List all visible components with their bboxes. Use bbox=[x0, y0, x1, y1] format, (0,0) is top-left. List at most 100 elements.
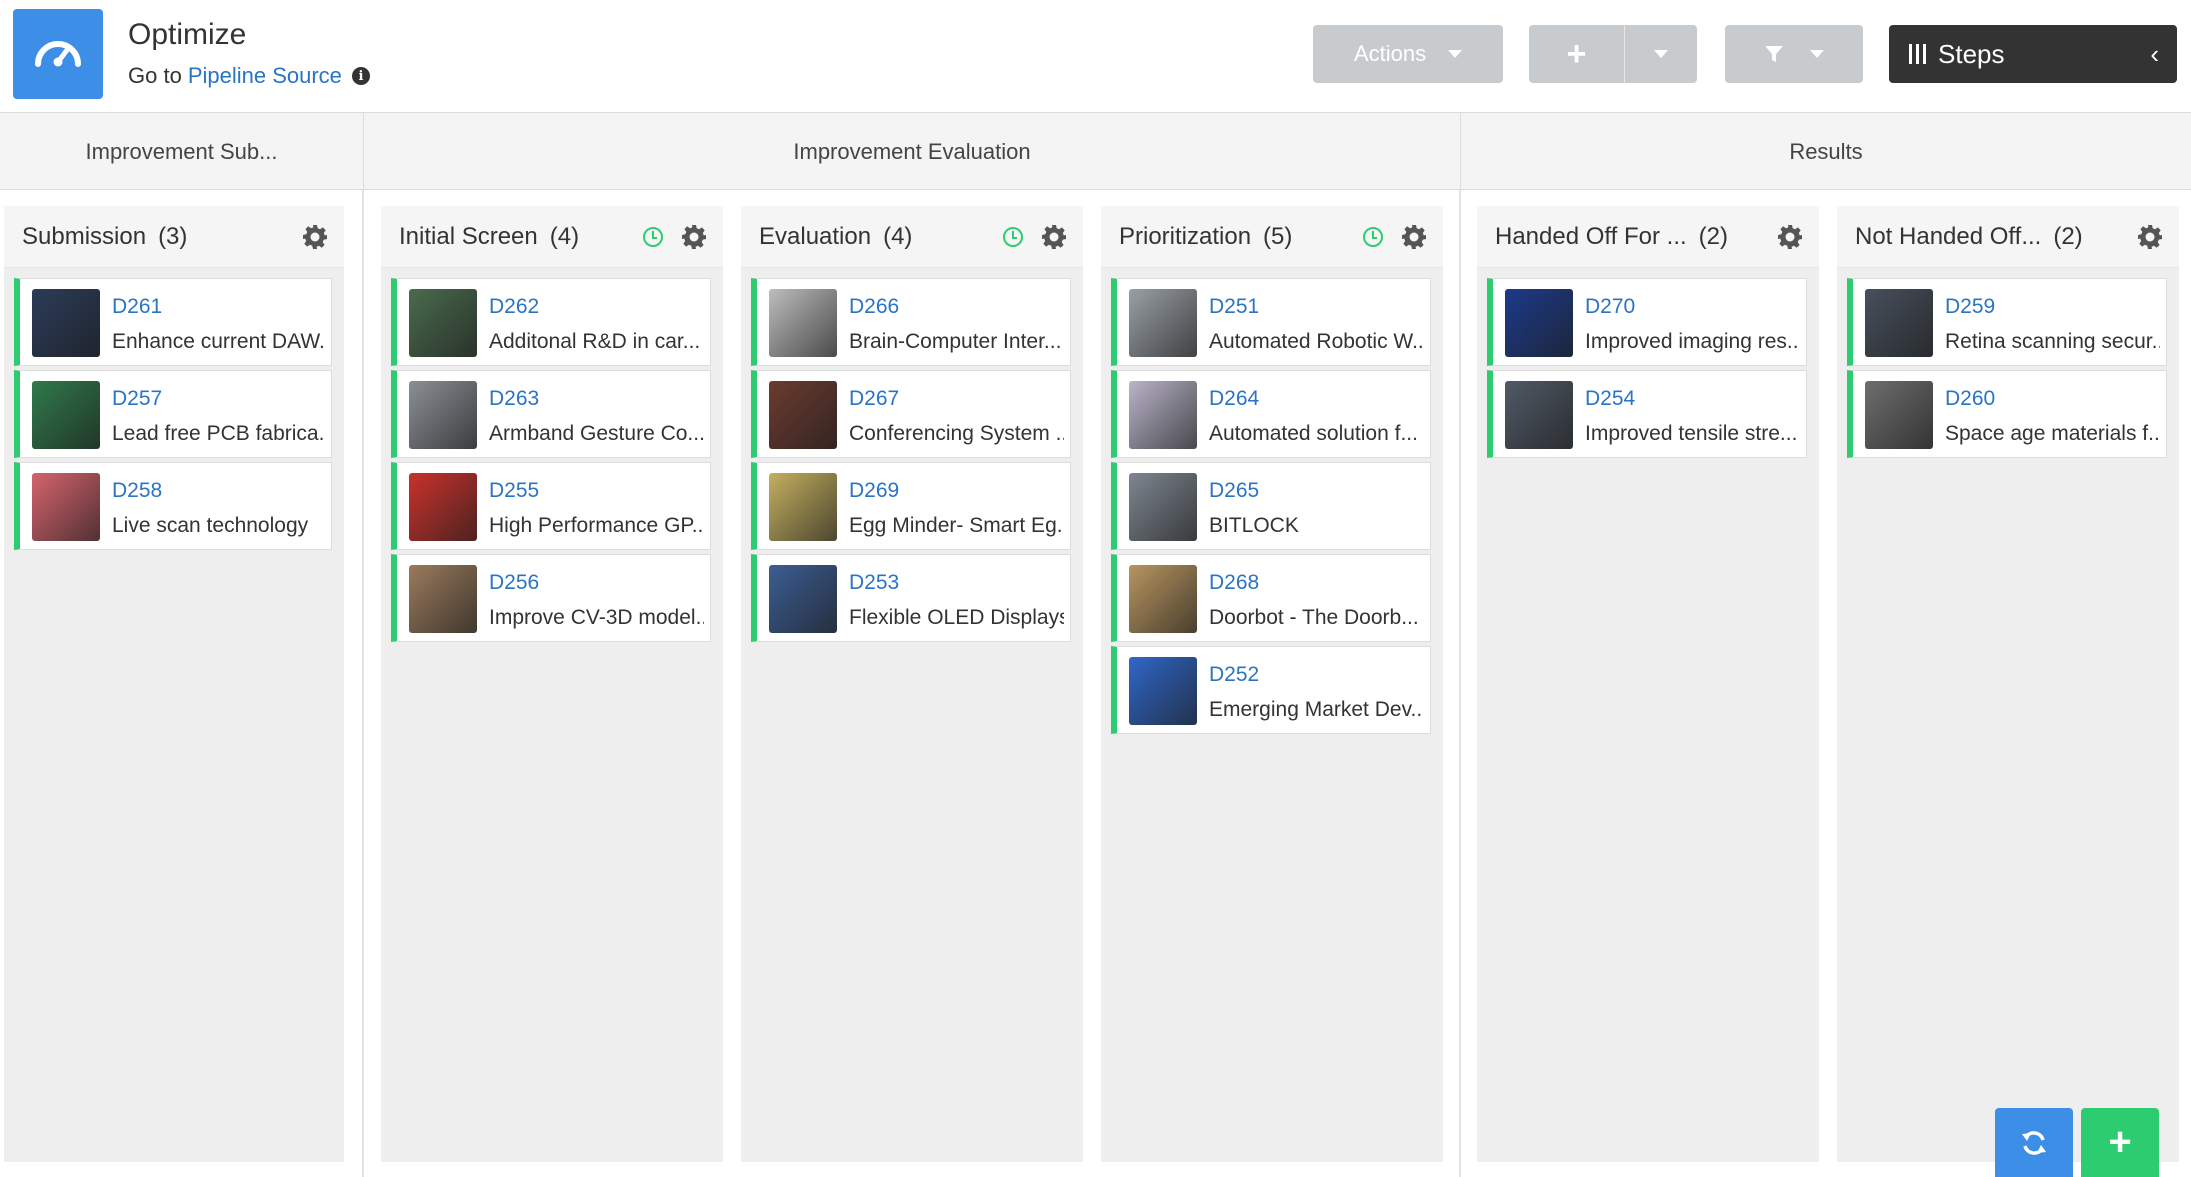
card-thumbnail bbox=[32, 473, 100, 541]
idea-card[interactable]: D263 Armband Gesture Co... bbox=[391, 370, 711, 458]
actions-dropdown-button[interactable]: Actions bbox=[1313, 25, 1503, 83]
column-not-handed-off: Not Handed Off... (2) D259 Retina scanning … bbox=[1837, 206, 2179, 1162]
card-thumbnail bbox=[769, 473, 837, 541]
column-count: (2) bbox=[1698, 222, 1728, 250]
idea-card[interactable]: D253 Flexible OLED Displays bbox=[751, 554, 1071, 642]
card-thumbnail bbox=[409, 381, 477, 449]
column-header: Prioritization (5) bbox=[1101, 206, 1443, 268]
refresh-button[interactable] bbox=[1995, 1108, 2073, 1177]
card-id-link[interactable]: D265 bbox=[1209, 479, 1259, 503]
card-id-link[interactable]: D266 bbox=[849, 295, 899, 319]
column-title-text: Prioritization bbox=[1119, 222, 1252, 250]
gear-icon[interactable] bbox=[1401, 224, 1427, 250]
pipeline-source-line: Go to Pipeline Source i bbox=[128, 63, 370, 89]
add-button[interactable]: + bbox=[1529, 25, 1625, 83]
card-title: Automated solution f... bbox=[1209, 422, 1418, 445]
card-id-link[interactable]: D251 bbox=[1209, 295, 1259, 319]
card-id-link[interactable]: D254 bbox=[1585, 387, 1635, 411]
card-id-link[interactable]: D267 bbox=[849, 387, 899, 411]
card-id-link[interactable]: D270 bbox=[1585, 295, 1635, 319]
card-title: BITLOCK bbox=[1209, 514, 1299, 537]
column-count: (2) bbox=[2053, 222, 2083, 250]
clock-icon[interactable] bbox=[1003, 226, 1023, 247]
card-title: Improved tensile stre... bbox=[1585, 422, 1798, 445]
idea-card[interactable]: D269 Egg Minder- Smart Eg... bbox=[751, 462, 1071, 550]
card-thumbnail bbox=[1505, 381, 1573, 449]
idea-card[interactable]: D255 High Performance GP... bbox=[391, 462, 711, 550]
info-icon[interactable]: i bbox=[351, 67, 370, 85]
refresh-icon bbox=[2022, 1130, 2046, 1155]
card-id-link[interactable]: D264 bbox=[1209, 387, 1259, 411]
card-id-link[interactable]: D252 bbox=[1209, 663, 1259, 687]
card-id-link[interactable]: D255 bbox=[489, 479, 539, 503]
idea-card[interactable]: D266 Brain-Computer Inter... bbox=[751, 278, 1071, 366]
card-title: Improve CV-3D model... bbox=[489, 606, 704, 629]
idea-card[interactable]: D251 Automated Robotic W... bbox=[1111, 278, 1431, 366]
card-id-link[interactable]: D261 bbox=[112, 295, 162, 319]
chevron-down-icon bbox=[1448, 50, 1463, 58]
idea-card[interactable]: D268 Doorbot - The Doorb... bbox=[1111, 554, 1431, 642]
card-title: Lead free PCB fabrica... bbox=[112, 422, 325, 445]
idea-card[interactable]: D265 BITLOCK bbox=[1111, 462, 1431, 550]
idea-card[interactable]: D267 Conferencing System ... bbox=[751, 370, 1071, 458]
column-title: Submission (3) bbox=[22, 223, 302, 251]
idea-card[interactable]: D270 Improved imaging res... bbox=[1487, 278, 1807, 366]
card-thumbnail bbox=[1129, 565, 1197, 633]
column-title-text: Evaluation bbox=[759, 222, 872, 250]
idea-card[interactable]: D260 Space age materials f... bbox=[1847, 370, 2167, 458]
card-id-link[interactable]: D269 bbox=[849, 479, 899, 503]
card-thumbnail bbox=[769, 381, 837, 449]
idea-card[interactable]: D259 Retina scanning secur... bbox=[1847, 278, 2167, 366]
card-thumbnail bbox=[1129, 473, 1197, 541]
card-list: D261 Enhance current DAW... D257 Lead free … bbox=[4, 268, 344, 550]
goto-prefix: Go to bbox=[128, 63, 182, 88]
idea-card[interactable]: D256 Improve CV-3D model... bbox=[391, 554, 711, 642]
card-thumbnail bbox=[409, 565, 477, 633]
group-results: Results bbox=[1789, 138, 1863, 164]
idea-card[interactable]: D264 Automated solution f... bbox=[1111, 370, 1431, 458]
column-title: Initial Screen (4) bbox=[399, 223, 643, 251]
card-id-link[interactable]: D257 bbox=[112, 387, 162, 411]
card-id-link[interactable]: D259 bbox=[1945, 295, 1995, 319]
group-divider bbox=[1459, 190, 1461, 1177]
idea-card[interactable]: D254 Improved tensile stre... bbox=[1487, 370, 1807, 458]
card-thumbnail bbox=[1865, 381, 1933, 449]
pipeline-source-link[interactable]: Pipeline Source bbox=[188, 63, 342, 89]
card-list: D259 Retina scanning secur... D260 Space ag… bbox=[1837, 268, 2179, 458]
chevron-down-icon bbox=[1810, 50, 1824, 58]
gear-icon[interactable] bbox=[681, 224, 707, 250]
gear-icon[interactable] bbox=[1777, 224, 1803, 250]
group-improvement-evaluation: Improvement Evaluation bbox=[364, 113, 1461, 190]
clock-icon[interactable] bbox=[643, 226, 663, 247]
card-id-link[interactable]: D268 bbox=[1209, 571, 1259, 595]
actions-label: Actions bbox=[1353, 41, 1427, 66]
idea-card[interactable]: D258 Live scan technology bbox=[14, 462, 332, 550]
card-id-link[interactable]: D256 bbox=[489, 571, 539, 595]
plus-icon: + bbox=[2108, 1120, 2132, 1164]
column-count: (5) bbox=[1263, 222, 1293, 250]
gear-icon[interactable] bbox=[2137, 224, 2163, 250]
card-id-link[interactable]: D253 bbox=[849, 571, 899, 595]
add-item-button[interactable]: + bbox=[2081, 1108, 2159, 1177]
card-title: Doorbot - The Doorb... bbox=[1209, 606, 1419, 629]
add-dropdown-toggle[interactable] bbox=[1625, 25, 1697, 83]
card-id-link[interactable]: D258 bbox=[112, 479, 162, 503]
column-title-text: Submission bbox=[22, 222, 147, 250]
filter-dropdown-button[interactable] bbox=[1725, 25, 1863, 83]
steps-panel-toggle[interactable]: Steps ‹ bbox=[1889, 25, 2177, 83]
card-title: Flexible OLED Displays bbox=[849, 606, 1064, 629]
column-title: Handed Off For ... (2) bbox=[1495, 223, 1777, 251]
gear-icon[interactable] bbox=[1041, 224, 1067, 250]
card-id-link[interactable]: D262 bbox=[489, 295, 539, 319]
gear-icon[interactable] bbox=[302, 224, 328, 250]
idea-card[interactable]: D261 Enhance current DAW... bbox=[14, 278, 332, 366]
card-id-link[interactable]: D263 bbox=[489, 387, 539, 411]
clock-icon[interactable] bbox=[1363, 226, 1383, 247]
card-title: Brain-Computer Inter... bbox=[849, 330, 1062, 353]
card-title: Armband Gesture Co... bbox=[489, 422, 704, 445]
card-id-link[interactable]: D260 bbox=[1945, 387, 1995, 411]
column-header: Not Handed Off... (2) bbox=[1837, 206, 2179, 268]
idea-card[interactable]: D252 Emerging Market Dev... bbox=[1111, 646, 1431, 734]
idea-card[interactable]: D262 Additonal R&D in car... bbox=[391, 278, 711, 366]
idea-card[interactable]: D257 Lead free PCB fabrica... bbox=[14, 370, 332, 458]
